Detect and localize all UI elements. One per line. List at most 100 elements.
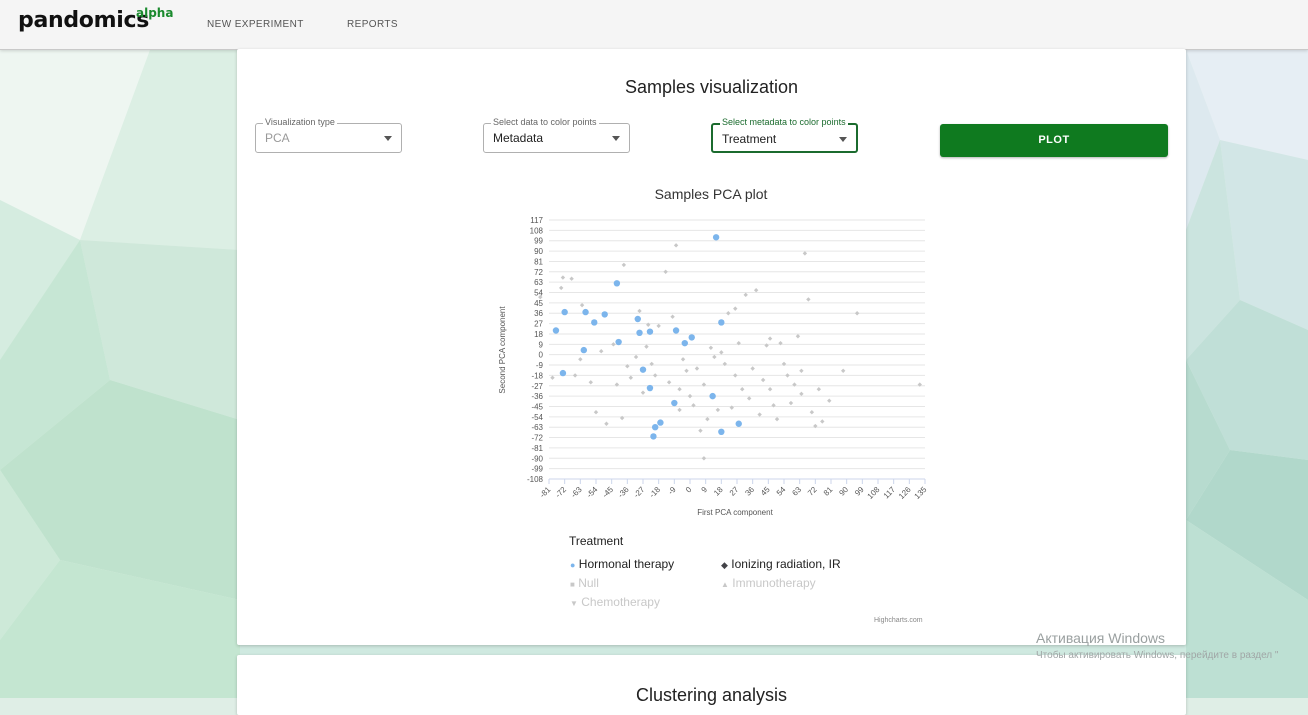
data-point-null[interactable] [753, 288, 759, 293]
data-point-null[interactable] [816, 387, 822, 392]
data-point-hormonal-therapy[interactable] [672, 327, 680, 334]
data-point-null[interactable] [785, 373, 790, 378]
legend-item-chemotherapy[interactable]: ▼ Chemotherapy [570, 595, 660, 609]
visualization-type-select[interactable]: Visualization type PCA [255, 117, 402, 153]
data-point-hormonal-therapy[interactable] [718, 319, 725, 326]
data-point-hormonal-therapy[interactable] [552, 327, 560, 334]
data-point-hormonal-therapy[interactable] [650, 433, 657, 440]
data-point-null[interactable] [750, 366, 755, 371]
data-point-null[interactable] [588, 380, 593, 385]
data-point-hormonal-therapy[interactable] [657, 419, 664, 426]
data-point-null[interactable] [820, 419, 825, 424]
data-point-null[interactable] [611, 342, 616, 347]
data-point-hormonal-therapy[interactable] [735, 420, 742, 427]
data-point-null[interactable] [799, 368, 804, 373]
data-point-null[interactable] [593, 410, 599, 415]
data-point-hormonal-therapy[interactable] [651, 424, 659, 431]
data-point-null[interactable] [760, 377, 766, 383]
data-point-hormonal-therapy[interactable] [580, 346, 588, 354]
data-point-null[interactable] [705, 416, 710, 422]
color-data-select[interactable]: Select data to color points Metadata [483, 117, 630, 153]
data-point-null[interactable] [827, 398, 832, 403]
nav-new-experiment[interactable]: NEW EXPERIMENT [207, 19, 304, 30]
data-point-null[interactable] [673, 243, 679, 248]
app-logo[interactable]: pandomics [18, 8, 149, 33]
data-point-null[interactable] [599, 349, 604, 354]
data-point-null[interactable] [550, 375, 555, 380]
data-point-null[interactable] [715, 407, 721, 413]
data-point-null[interactable] [621, 262, 627, 268]
data-point-null[interactable] [666, 380, 672, 385]
data-point-null[interactable] [767, 336, 773, 341]
data-point-null[interactable] [633, 354, 639, 360]
data-point-null[interactable] [579, 302, 585, 308]
data-point-hormonal-therapy[interactable] [709, 392, 716, 400]
data-point-hormonal-therapy[interactable] [636, 329, 643, 337]
data-point-null[interactable] [809, 410, 815, 415]
data-point-null[interactable] [578, 357, 583, 362]
data-point-null[interactable] [677, 407, 682, 413]
data-point-null[interactable] [670, 314, 675, 319]
data-point-hormonal-therapy[interactable] [613, 280, 621, 287]
data-point-null[interactable] [712, 354, 717, 360]
data-point-null[interactable] [694, 366, 700, 371]
data-point-hormonal-therapy[interactable] [582, 308, 589, 316]
data-point-hormonal-therapy[interactable] [601, 311, 608, 318]
data-point-hormonal-therapy[interactable] [681, 339, 688, 347]
data-point-null[interactable] [774, 416, 780, 422]
data-point-hormonal-therapy[interactable] [559, 369, 567, 377]
data-point-null[interactable] [569, 276, 574, 281]
data-point-null[interactable] [854, 311, 860, 316]
data-point-null[interactable] [637, 308, 642, 314]
data-point-null[interactable] [640, 390, 646, 395]
data-point-null[interactable] [799, 391, 804, 397]
data-point-null[interactable] [604, 421, 609, 426]
data-point-null[interactable] [726, 311, 731, 316]
data-point-hormonal-therapy[interactable] [634, 315, 641, 323]
chart-credits[interactable]: Highcharts.com [874, 617, 923, 624]
data-point-null[interactable] [757, 412, 762, 417]
data-point-null[interactable] [558, 285, 564, 291]
data-point-null[interactable] [740, 387, 745, 392]
data-point-hormonal-therapy[interactable] [712, 234, 720, 241]
data-point-hormonal-therapy[interactable] [688, 334, 695, 341]
data-point-null[interactable] [560, 275, 566, 280]
data-point-hormonal-therapy[interactable] [718, 428, 725, 436]
data-point-null[interactable] [746, 396, 752, 401]
legend-item-immunotherapy[interactable]: ▲ Immunotherapy [721, 576, 816, 590]
data-point-null[interactable] [806, 297, 811, 302]
data-point-hormonal-therapy[interactable] [646, 328, 654, 335]
data-point-null[interactable] [680, 357, 686, 362]
data-point-null[interactable] [701, 456, 707, 461]
data-point-hormonal-therapy[interactable] [615, 338, 622, 346]
data-point-null[interactable] [687, 393, 693, 399]
legend-item-ionizing-radiation[interactable]: ◆ Ionizing radiation, IR [721, 557, 841, 571]
data-point-null[interactable] [572, 373, 578, 378]
data-point-null[interactable] [802, 251, 808, 256]
data-point-null[interactable] [663, 269, 668, 274]
data-point-null[interactable] [743, 292, 748, 298]
data-point-null[interactable] [652, 373, 658, 378]
data-point-hormonal-therapy[interactable] [646, 384, 654, 392]
data-point-null[interactable] [733, 373, 738, 378]
data-point-hormonal-therapy[interactable] [591, 319, 598, 326]
plot-button[interactable]: PLOT [940, 124, 1168, 157]
data-point-null[interactable] [767, 387, 773, 392]
nav-reports[interactable]: REPORTS [347, 19, 398, 30]
data-point-null[interactable] [795, 334, 801, 339]
data-point-null[interactable] [684, 368, 689, 373]
data-point-null[interactable] [698, 428, 703, 433]
data-point-hormonal-therapy[interactable] [671, 399, 678, 407]
data-point-null[interactable] [840, 368, 846, 373]
data-point-null[interactable] [708, 345, 714, 350]
data-point-null[interactable] [628, 375, 634, 380]
color-metadata-select[interactable]: Select metadata to color points Treatmen… [711, 117, 858, 153]
data-point-hormonal-therapy[interactable] [561, 308, 568, 316]
data-point-null[interactable] [733, 306, 738, 311]
legend-item-hormonal-therapy[interactable]: ● Hormonal therapy [570, 557, 674, 571]
data-point-null[interactable] [677, 387, 682, 392]
legend-item-null[interactable]: ■ Null [570, 576, 599, 590]
data-point-null[interactable] [788, 400, 794, 406]
data-point-hormonal-therapy[interactable] [639, 366, 647, 373]
data-point-null[interactable] [656, 323, 661, 329]
